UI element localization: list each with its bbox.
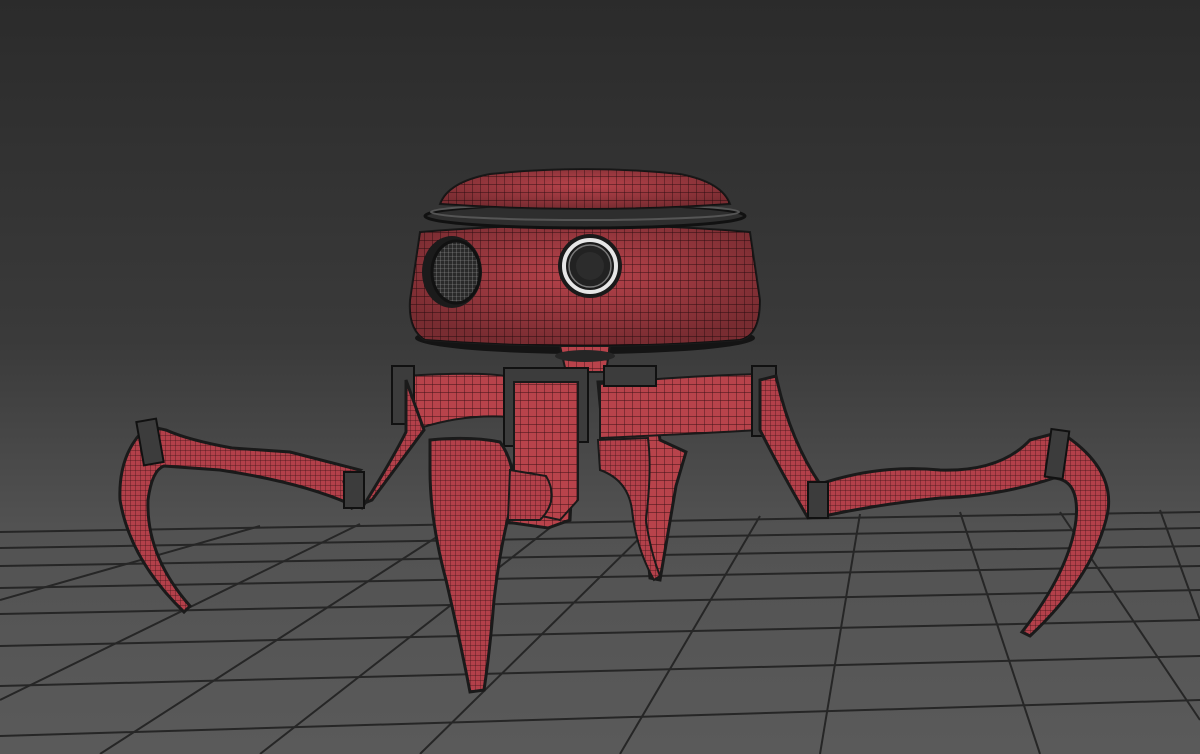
side-sensor — [422, 236, 482, 308]
ground-grid — [0, 509, 1200, 754]
leg-front-center — [428, 436, 553, 694]
scene-canvas[interactable] — [0, 0, 1200, 754]
3d-viewport[interactable] — [0, 0, 1200, 754]
leg-front-left — [118, 379, 426, 615]
front-eye — [558, 234, 622, 298]
